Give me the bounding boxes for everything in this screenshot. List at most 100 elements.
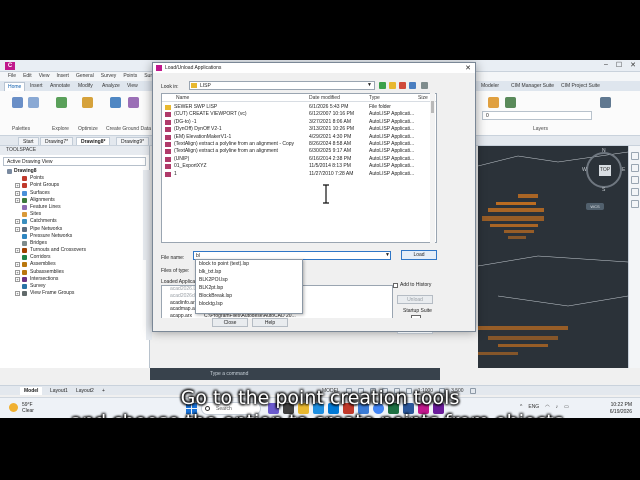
layer-state-icon[interactable]: [505, 97, 516, 108]
maximize-icon[interactable]: ☐: [616, 61, 622, 69]
tab-analyze[interactable]: Analyze: [99, 82, 123, 90]
expand-icon[interactable]: +: [15, 183, 20, 189]
file-tab-drawing7[interactable]: Drawing7*: [40, 137, 74, 145]
file-row[interactable]: (DG-to) -1 3/27/2021 8:06 AM AutoLISP Appl…: [162, 119, 432, 126]
expand-icon[interactable]: +: [15, 262, 20, 268]
compass-north[interactable]: N: [602, 148, 606, 154]
showmotion-icon[interactable]: [631, 188, 639, 196]
up-folder-icon[interactable]: [389, 82, 396, 89]
scroll-thumb[interactable]: [431, 101, 434, 113]
add-to-history-checkbox[interactable]: Add to History: [393, 282, 431, 288]
file-row[interactable]: (CUT) CREATE VIEWPORT (vc) 6/12/2007 10:1…: [162, 111, 432, 118]
viewcube-top[interactable]: TOP: [599, 165, 611, 176]
file-row[interactable]: 1 11/27/2010 7:28 AM AutoLISP Applicati...: [162, 171, 432, 178]
tree-item-points[interactable]: Points: [0, 175, 149, 182]
tree-item-pipe-networks[interactable]: + Pipe Networks: [0, 226, 149, 233]
help-button[interactable]: Help: [252, 318, 288, 327]
delete-icon[interactable]: [399, 82, 406, 89]
tree-item-catchments[interactable]: + Catchments: [0, 218, 149, 225]
file-row[interactable]: (TextAlign) extract a polyline from an a…: [162, 148, 432, 155]
minimize-icon[interactable]: –: [604, 61, 608, 69]
pan-icon[interactable]: [631, 152, 639, 160]
orbit-icon[interactable]: [631, 176, 639, 184]
file-row[interactable]: 01_ExportXYZ 11/5/2014 8:13 PM AutoLISP Ap…: [162, 163, 432, 170]
zoom-icon[interactable]: [631, 164, 639, 172]
layer-properties-icon[interactable]: [488, 97, 499, 108]
tree-item-bridges[interactable]: Bridges: [0, 240, 149, 247]
menu-points[interactable]: Points: [123, 72, 137, 81]
compass-south[interactable]: S: [602, 187, 605, 193]
back-icon[interactable]: [379, 82, 386, 89]
utilities-icon[interactable]: [600, 97, 611, 108]
profile-icon[interactable]: [128, 97, 139, 108]
load-button[interactable]: Load: [401, 250, 437, 260]
file-tab-drawing9[interactable]: Drawing9*: [116, 137, 150, 145]
tree-item-intersections[interactable]: + Intersections: [0, 276, 149, 283]
menu-file[interactable]: File: [8, 72, 16, 81]
app-logo[interactable]: C: [5, 62, 15, 70]
new-folder-icon[interactable]: [409, 82, 416, 89]
file-row[interactable]: (TextAlign) extract a polyline from an a…: [162, 141, 432, 148]
palettes-icon[interactable]: [12, 97, 23, 108]
tab-modeler[interactable]: Modeler: [478, 82, 502, 90]
tree-item-assemblies[interactable]: + Assemblies: [0, 261, 149, 268]
close-button[interactable]: Close: [212, 318, 248, 327]
column-type[interactable]: Type: [369, 94, 380, 102]
menu-general[interactable]: General: [76, 72, 94, 81]
tree-item-subassemblies[interactable]: + Subassemblies: [0, 269, 149, 276]
menu-view[interactable]: View: [39, 72, 50, 81]
ground-data-icon[interactable]: [110, 97, 121, 108]
tree-item-corridors[interactable]: Corridors: [0, 254, 149, 261]
file-tab-drawing8[interactable]: Drawing8*: [76, 137, 111, 145]
tree-item-survey[interactable]: Survey: [0, 283, 149, 290]
compass-east[interactable]: E: [622, 167, 625, 173]
column-name[interactable]: Name: [176, 94, 189, 102]
autocomplete-item[interactable]: BLK2pt.lsp: [196, 284, 302, 292]
close-icon[interactable]: ✕: [630, 61, 636, 69]
tree-root-drawing[interactable]: Drawing8: [0, 168, 149, 175]
autocomplete-item[interactable]: BLK2POI.lsp: [196, 276, 302, 284]
steering-wheel-icon[interactable]: [631, 200, 639, 208]
tree-item-surfaces[interactable]: + Surfaces: [0, 190, 149, 197]
tree-item-pressure-networks[interactable]: Pressure Networks: [0, 233, 149, 240]
expand-icon[interactable]: +: [15, 291, 20, 297]
viewcube[interactable]: TOP N S E W: [582, 148, 625, 193]
optimize-icon[interactable]: [82, 97, 93, 108]
look-in-dropdown[interactable]: LISP: [189, 81, 375, 90]
tree-item-feature-lines[interactable]: Feature Lines: [0, 204, 149, 211]
tab-modify[interactable]: Modify: [75, 82, 96, 90]
tab-view[interactable]: View: [124, 82, 141, 90]
wcs-menu[interactable]: WCS: [586, 203, 604, 210]
tree-item-turnouts[interactable]: + Turnouts and Crossovers: [0, 247, 149, 254]
tree-item-view-frame-groups[interactable]: + View Frame Groups: [0, 290, 149, 297]
autocomplete-item[interactable]: blk_txt.lsp: [196, 268, 302, 276]
chevron-down-icon[interactable]: ▼: [367, 81, 372, 90]
file-row[interactable]: (UNIP) 6/16/2014 2:38 PM AutoLISP Applicat…: [162, 156, 432, 163]
toolspace-view-select[interactable]: Active Drawing View: [3, 157, 146, 166]
expand-icon[interactable]: +: [15, 276, 20, 282]
unload-button[interactable]: Unload: [397, 295, 433, 304]
autocomplete-item[interactable]: block to point (text).lsp: [196, 260, 302, 268]
expand-icon[interactable]: +: [15, 269, 20, 275]
file-list-scrollbar[interactable]: [430, 93, 435, 243]
file-row[interactable]: SEWER SWP LISP 6/1/2026 5:43 PM File folde…: [162, 104, 432, 111]
properties-icon[interactable]: [28, 97, 39, 108]
tab-cim-project[interactable]: CIM Project Suite: [558, 82, 603, 90]
file-row[interactable]: (EM) ElevationMakerV1-1 4/29/2021 4:30 PM…: [162, 134, 432, 141]
tree-item-sites[interactable]: Sites: [0, 211, 149, 218]
chevron-down-icon[interactable]: ▼: [385, 251, 390, 260]
expand-icon[interactable]: +: [15, 248, 20, 254]
checkbox-icon[interactable]: [393, 282, 398, 288]
tab-insert[interactable]: Insert: [27, 82, 46, 90]
views-icon[interactable]: [421, 82, 428, 89]
explore-icon[interactable]: [56, 97, 67, 108]
file-row[interactable]: (DynOff) DynOff V2-1 3/13/2021 10:26 PM Au…: [162, 126, 432, 133]
expand-icon[interactable]: +: [15, 226, 20, 232]
tree-item-point-groups[interactable]: + Point Groups: [0, 182, 149, 189]
file-tab-start[interactable]: Start: [18, 137, 39, 145]
column-size[interactable]: Size: [418, 94, 428, 102]
layer-combo[interactable]: 0: [482, 111, 592, 120]
menu-survey[interactable]: Survey: [101, 72, 117, 81]
autocomplete-item[interactable]: BlockBreak.lsp: [196, 292, 302, 300]
expand-icon[interactable]: +: [15, 197, 20, 203]
